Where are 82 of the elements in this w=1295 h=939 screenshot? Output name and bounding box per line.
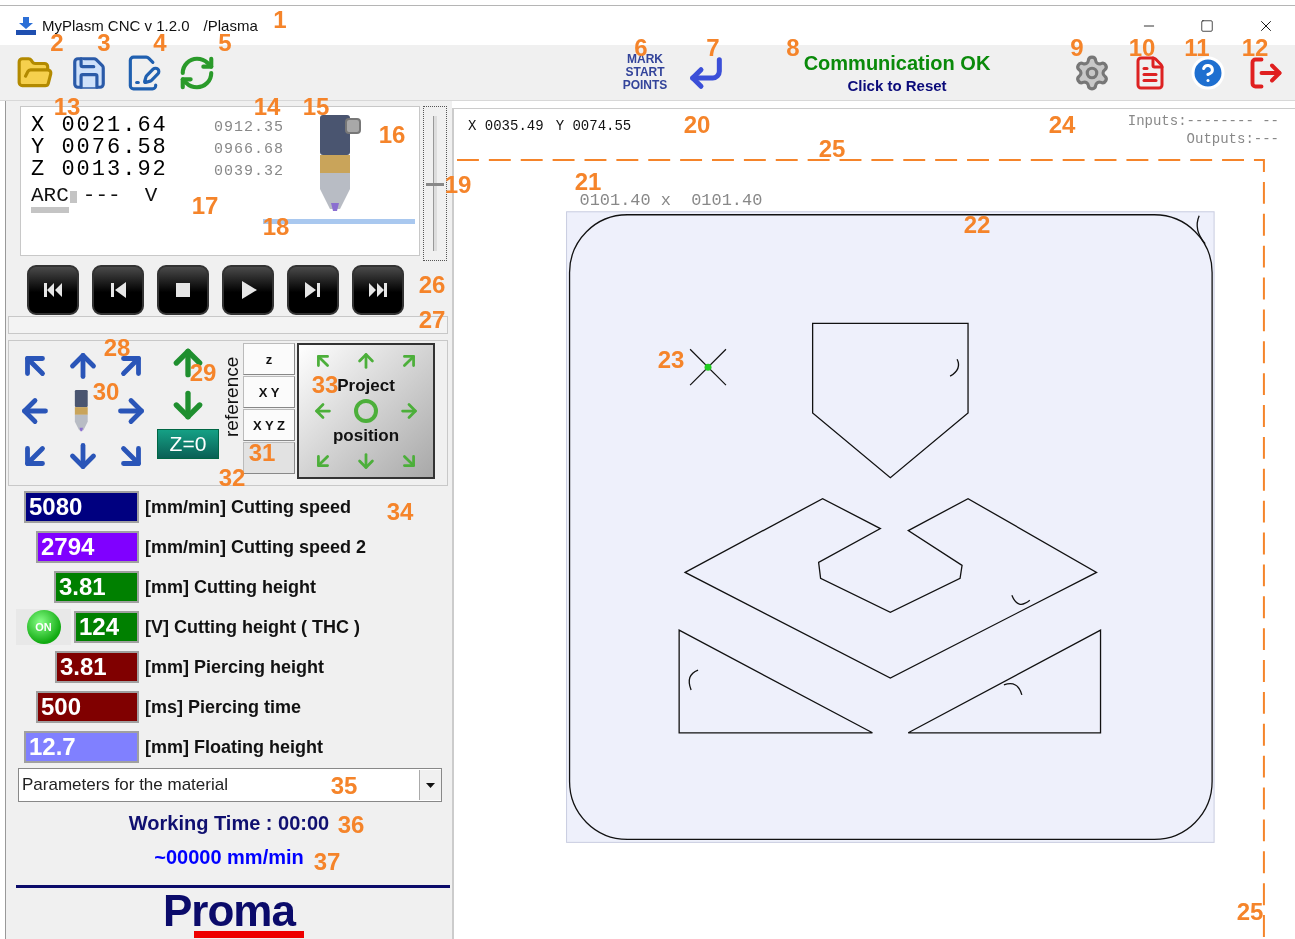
callout-number: 10 bbox=[1128, 34, 1156, 62]
parameter-value[interactable]: 5080 bbox=[24, 491, 139, 523]
callout-number: 11 bbox=[1184, 34, 1210, 62]
feed-rate: ~00000 mm/min bbox=[154, 846, 304, 868]
cursor-x: X 0035.49 bbox=[468, 118, 544, 136]
callout-number: 31 bbox=[248, 439, 276, 467]
machine-position: 0966.68 bbox=[214, 141, 284, 158]
callout-number: 27 bbox=[418, 306, 446, 334]
parameter-value[interactable]: 2794 bbox=[36, 531, 139, 563]
callout-number: 14 bbox=[253, 93, 281, 121]
previous-button[interactable] bbox=[92, 265, 144, 315]
profile-name: /Plasma bbox=[203, 17, 258, 34]
callout-number: 15 bbox=[302, 93, 330, 121]
callout-number: 1 bbox=[273, 6, 287, 34]
parameter-label: [ms] Piercing time bbox=[145, 696, 302, 718]
center-ring-icon bbox=[354, 399, 378, 423]
parameter-label: [mm] Cutting height bbox=[145, 576, 316, 598]
start-point-icon bbox=[689, 348, 727, 386]
callout-number: 32 bbox=[218, 464, 246, 492]
callout-number: 17 bbox=[191, 192, 219, 220]
callout-number: 33 bbox=[311, 371, 339, 399]
maximize-icon[interactable] bbox=[1200, 18, 1214, 33]
outputs-status: Outputs:--- bbox=[1186, 130, 1279, 148]
callout-number: 24 bbox=[1048, 111, 1076, 139]
reference-button[interactable]: X Y bbox=[243, 376, 295, 408]
callout-number: 25 bbox=[818, 135, 846, 163]
callout-number: 34 bbox=[386, 498, 414, 526]
z-slider[interactable] bbox=[423, 106, 447, 261]
parameter-label: [V] Cutting height ( THC ) bbox=[145, 616, 360, 638]
callout-number: 29 bbox=[189, 359, 217, 387]
callout-number: 25 bbox=[1236, 898, 1264, 926]
project-label: Project bbox=[337, 376, 395, 395]
app-logo-icon bbox=[16, 16, 36, 35]
parameter-value[interactable]: 124 bbox=[74, 611, 139, 643]
callout-number: 22 bbox=[963, 211, 991, 239]
axis-position: Z 0013.92 bbox=[31, 159, 169, 181]
play-button[interactable] bbox=[222, 265, 274, 315]
callout-number: 18 bbox=[262, 213, 290, 241]
callout-number: 8 bbox=[786, 34, 800, 62]
callout-number: 26 bbox=[418, 271, 446, 299]
callout-number: 35 bbox=[330, 772, 358, 800]
first-button[interactable] bbox=[27, 265, 79, 315]
callout-number: 23 bbox=[657, 346, 685, 374]
callout-number: 37 bbox=[313, 848, 341, 876]
machine-position: 0912.35 bbox=[214, 119, 284, 136]
next-button[interactable] bbox=[287, 265, 339, 315]
reference-label: reference bbox=[221, 355, 243, 440]
parameter-label: [mm] Piercing height bbox=[145, 656, 324, 678]
last-button[interactable] bbox=[352, 265, 404, 315]
parameter-label: [mm/min] Cutting speed 2 bbox=[145, 536, 366, 558]
caret-icon bbox=[426, 782, 435, 788]
callout-number: 28 bbox=[103, 334, 131, 362]
callout-number: 16 bbox=[378, 121, 406, 149]
position-label: position bbox=[332, 427, 400, 446]
axis-position: Y 0076.58 bbox=[31, 137, 169, 159]
voltage-unit: V bbox=[144, 185, 158, 207]
parameter-value[interactable]: 3.81 bbox=[55, 651, 139, 683]
stop-button[interactable] bbox=[157, 265, 209, 315]
callout-number: 19 bbox=[444, 171, 472, 199]
callout-number: 20 bbox=[683, 111, 711, 139]
machine-position: 0039.32 bbox=[214, 163, 284, 180]
reference-button[interactable]: X Y Z bbox=[243, 409, 295, 441]
mark-start-points-button[interactable]: MARK START POINTS bbox=[617, 53, 673, 92]
reference-button[interactable]: z bbox=[243, 343, 295, 375]
slider-thumb[interactable] bbox=[426, 183, 444, 186]
parameter-value[interactable]: 500 bbox=[36, 691, 139, 723]
cursor-y: Y 0074.55 bbox=[555, 118, 632, 136]
callout-number: 12 bbox=[1241, 34, 1269, 62]
callout-number: 7 bbox=[706, 34, 720, 62]
callout-number: 36 bbox=[337, 811, 365, 839]
parameter-label: [mm] Floating height bbox=[145, 736, 323, 758]
callout-number: 9 bbox=[1070, 34, 1084, 62]
parameter-value[interactable]: 3.81 bbox=[54, 571, 139, 603]
dropdown-caret[interactable] bbox=[419, 770, 441, 800]
arc-indicator bbox=[69, 191, 77, 203]
callout-number: 30 bbox=[92, 378, 120, 406]
arc-voltage: --- bbox=[82, 185, 121, 207]
working-time: Working Time : 00:00 bbox=[128, 812, 330, 834]
z-zero-button[interactable]: Z=0 bbox=[157, 429, 219, 459]
logo-wordmark: Proma bbox=[163, 891, 295, 931]
inputs-status: Inputs:-------- -- bbox=[1127, 112, 1279, 130]
parameter-label: [mm/min] Cutting speed bbox=[145, 496, 351, 518]
